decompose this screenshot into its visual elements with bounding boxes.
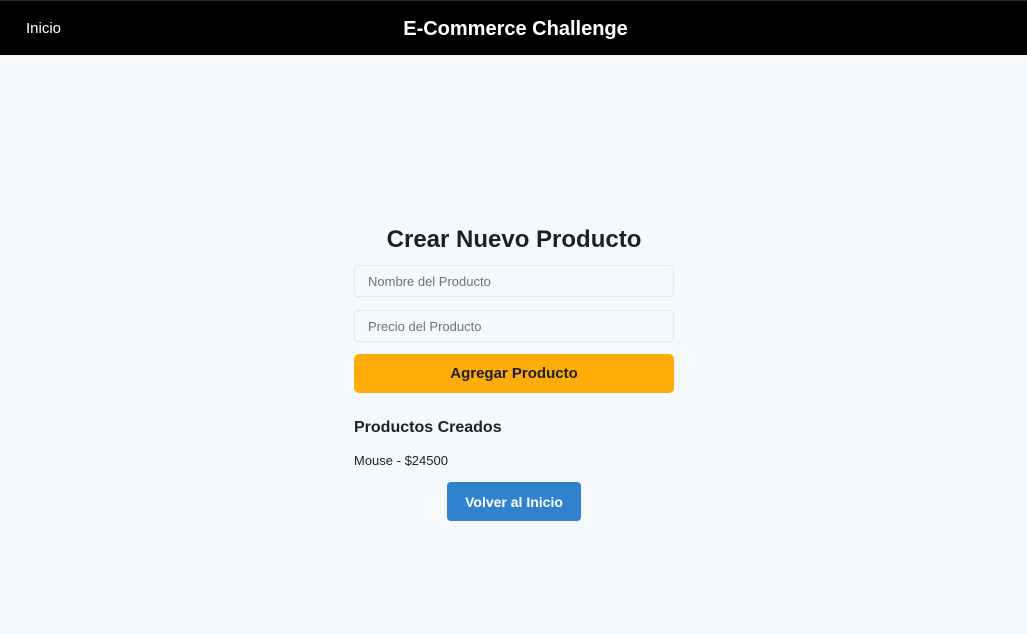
add-product-button[interactable]: Agregar Producto [354,354,674,393]
created-products-heading: Productos Creados [354,419,502,436]
form-title: Crear Nuevo Producto [386,226,642,253]
app-title: E-Commerce Challenge [403,18,628,40]
list-item: Mouse - $24500 [354,453,448,468]
product-name-input[interactable] [354,265,674,297]
product-price-input[interactable] [354,310,674,342]
page: Inicio E-Commerce Challenge Crear Nuevo … [0,0,1027,634]
product-list: Mouse - $24500 [354,453,448,469]
back-home-button[interactable]: Volver al Inicio [447,482,581,521]
top-navbar: Inicio E-Commerce Challenge [0,0,1027,55]
